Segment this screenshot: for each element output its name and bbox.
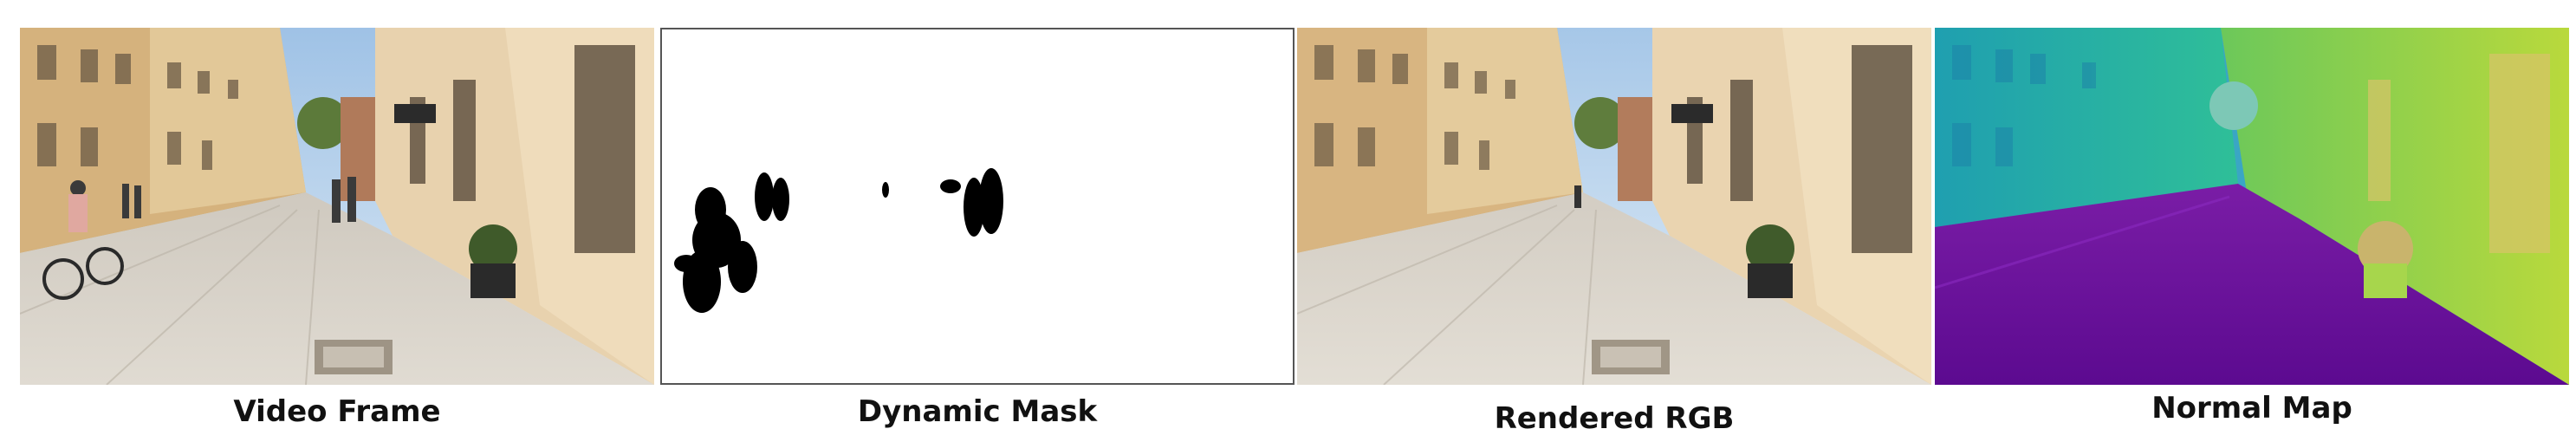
rendered-rgb-caption: Rendered RGB	[1494, 401, 1735, 436]
dynamic-mask-panel	[660, 28, 1294, 385]
normal-map-image	[1935, 28, 2569, 385]
rendered-rgb-panel	[1297, 28, 1931, 385]
normal-map-caption: Normal Map	[2151, 391, 2352, 426]
video-frame-panel	[20, 28, 654, 385]
rendered-rgb-image	[1297, 28, 1931, 385]
dynamic-mask-caption: Dynamic Mask	[857, 394, 1098, 429]
dynamic-mask-image	[660, 28, 1294, 385]
video-frame-caption: Video Frame	[233, 394, 441, 429]
normal-map-panel	[1935, 28, 2569, 385]
video-frame-image	[20, 28, 654, 385]
